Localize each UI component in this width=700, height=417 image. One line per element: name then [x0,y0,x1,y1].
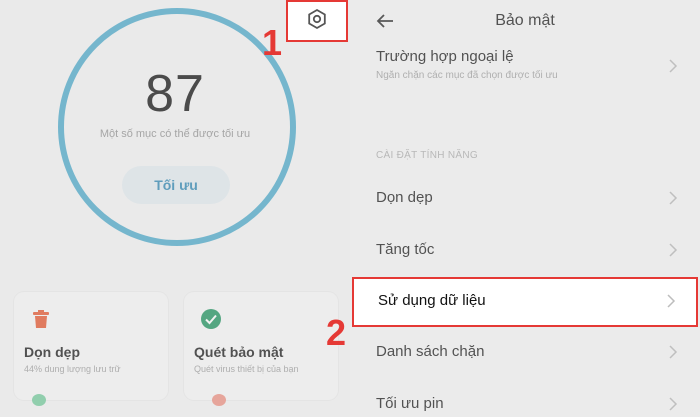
security-scan-card-desc: Quét virus thiết bị của bạn [194,364,299,374]
section-label-features: CÀI ĐẶT TÍNH NĂNG [376,150,478,161]
settings-button[interactable] [286,0,348,42]
chevron-right-icon [669,191,678,205]
exceptions-item-desc: Ngăn chặn các mục đã chọn được tối ưu [376,70,558,81]
cleanup-card[interactable]: Dọn dẹp 44% dung lượng lưu trữ [14,292,168,406]
trash-icon [30,308,52,335]
step-marker-2: 2 [326,312,347,353]
optimize-button[interactable]: Tối ưu [122,166,230,204]
settings-item-label: Dọn dẹp [376,189,433,206]
chevron-right-icon [669,243,678,257]
settings-item-label: Sử dụng dữ liệu [378,292,486,309]
security-scan-card[interactable]: Quét bảo mật Quét virus thiết bị của bạn [184,292,338,406]
score-subtitle: Một số mục có thể được tối ưu [99,128,251,140]
settings-item-label: Tăng tốc [376,241,435,258]
step-marker-1: 1 [262,22,283,63]
exceptions-item[interactable]: Trường hợp ngoại lệ Ngăn chặn các mục đã… [350,44,700,100]
chevron-right-icon [669,59,678,73]
page-title: Bảo mật [495,12,555,29]
chevron-right-icon [669,345,678,359]
security-settings-panel: Bảo mật Trường hợp ngoại lệ Ngăn chặn cá… [350,0,700,417]
score-ring [58,8,296,246]
next-card-icon-peek [212,394,226,406]
settings-item-blocklist[interactable]: Danh sách chặn [350,332,700,378]
chevron-right-icon [669,397,678,411]
settings-item-cleanup[interactable]: Dọn dẹp [350,176,700,222]
exceptions-item-title: Trường hợp ngoại lệ [376,48,514,65]
security-scan-card-title: Quét bảo mật [194,344,284,360]
chevron-right-icon [667,294,676,308]
cleanup-card-desc: 44% dung lượng lưu trữ [24,364,121,374]
settings-item-battery[interactable]: Tối ưu pin [350,384,700,417]
next-card-icon-peek [32,394,46,406]
settings-item-boost[interactable]: Tăng tốc [350,228,700,274]
cleanup-card-title: Dọn dẹp [24,344,80,360]
shield-check-icon [200,308,222,335]
gear-icon [306,8,328,35]
security-home-panel: 87 Một số mục có thể được tối ưu Tối ưu … [0,0,350,417]
security-score: 87 [145,65,205,123]
settings-item-data-usage[interactable]: Sử dụng dữ liệu [352,277,698,327]
settings-item-label: Tối ưu pin [376,395,444,412]
settings-item-label: Danh sách chặn [376,343,485,360]
